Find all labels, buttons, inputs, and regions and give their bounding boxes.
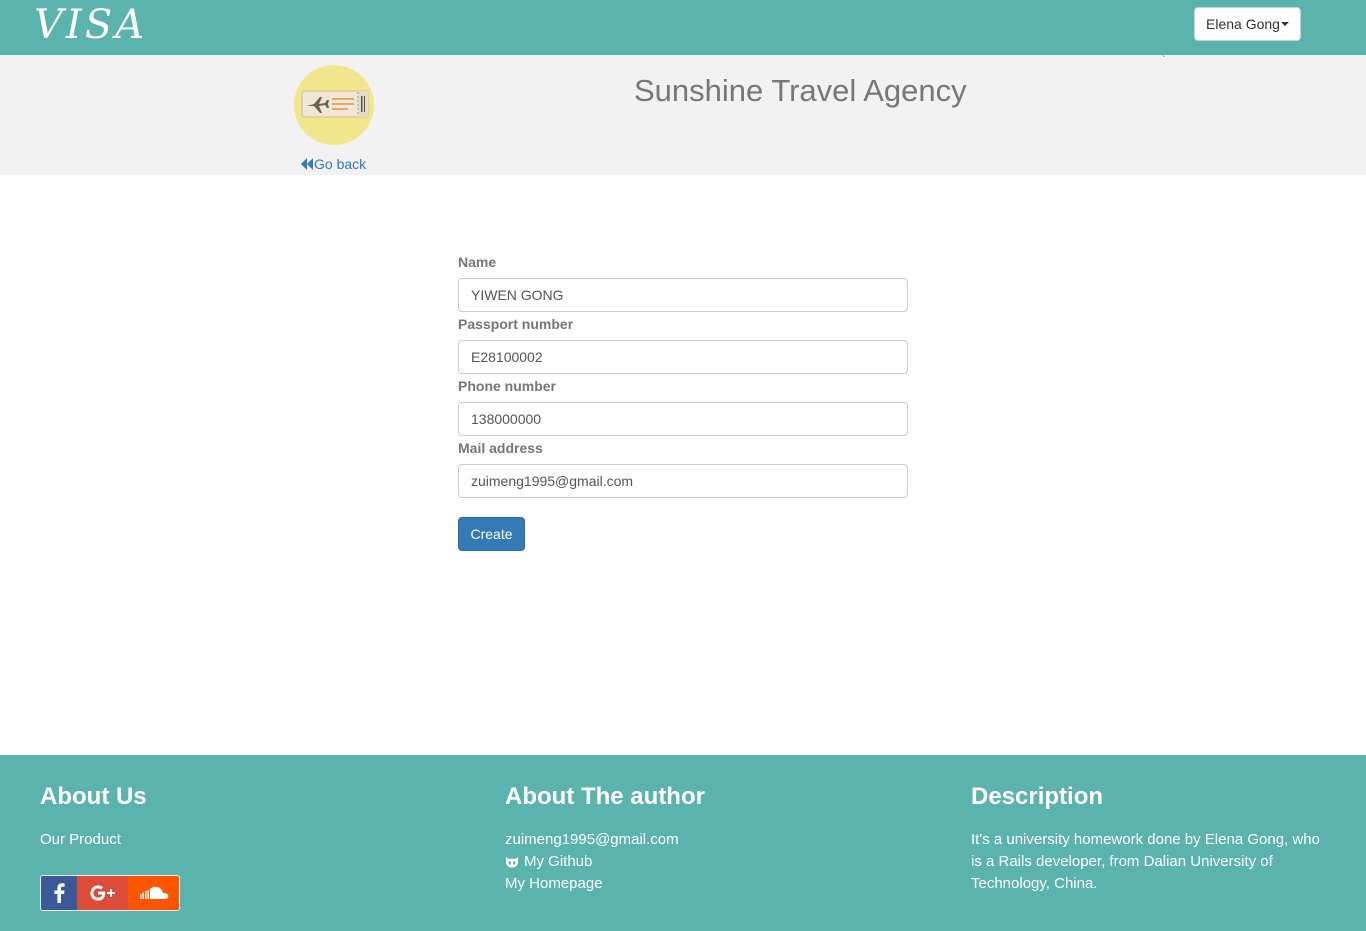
caret-down-icon — [1280, 22, 1289, 26]
about-author-section: About The author zuimeng1995@gmail.com M… — [505, 783, 705, 895]
soundcloud-icon[interactable] — [128, 876, 179, 910]
user-menu-button[interactable]: Elena Gong — [1194, 7, 1301, 41]
facebook-icon[interactable] — [41, 876, 77, 910]
mail-label: Mail address — [458, 440, 543, 456]
passport-label: Passport number — [458, 316, 574, 332]
github-link[interactable]: My Github — [505, 851, 705, 873]
google-plus-icon[interactable] — [77, 876, 128, 910]
top-navbar: VISA Elena Gong — [0, 0, 1366, 55]
about-us-section: About Us Our Product — [40, 783, 147, 851]
fast-backward-icon — [301, 158, 313, 170]
github-label: My Github — [524, 853, 593, 870]
user-menu-label: Elena Gong — [1206, 16, 1280, 32]
description-text: It's a university homework done by Elena… — [971, 831, 1320, 892]
go-back-link[interactable]: Go back — [301, 156, 366, 172]
page-header: ` Go back Sunshine Travel Agency — [0, 55, 1366, 175]
page-title: Sunshine Travel Agency — [634, 73, 967, 108]
phone-field[interactable] — [458, 402, 908, 436]
description-title: Description — [971, 783, 1104, 810]
phone-label: Phone number — [458, 378, 557, 394]
plane-ticket-icon — [294, 65, 374, 145]
our-product-link[interactable]: Our Product — [40, 829, 147, 851]
passport-field[interactable] — [458, 340, 908, 374]
about-author-title: About The author — [505, 783, 705, 810]
page-footer: About Us Our Product About The author zu… — [0, 755, 1366, 931]
social-buttons — [40, 875, 180, 911]
visa-form: Name Passport number Phone number Mail a… — [458, 254, 908, 502]
name-field[interactable] — [458, 278, 908, 312]
go-back-label: Go back — [314, 156, 367, 172]
author-email-link[interactable]: zuimeng1995@gmail.com — [505, 829, 705, 851]
github-icon — [506, 857, 518, 868]
description-section: Description It's a university homework d… — [971, 783, 1331, 895]
create-button[interactable]: Create — [458, 517, 525, 551]
homepage-link[interactable]: My Homepage — [505, 873, 705, 895]
email-field[interactable] — [458, 464, 908, 498]
stray-mark: ` — [1162, 55, 1166, 66]
name-label: Name — [458, 254, 497, 270]
about-us-title: About Us — [40, 783, 147, 810]
visa-logo[interactable]: VISA — [34, 2, 147, 48]
